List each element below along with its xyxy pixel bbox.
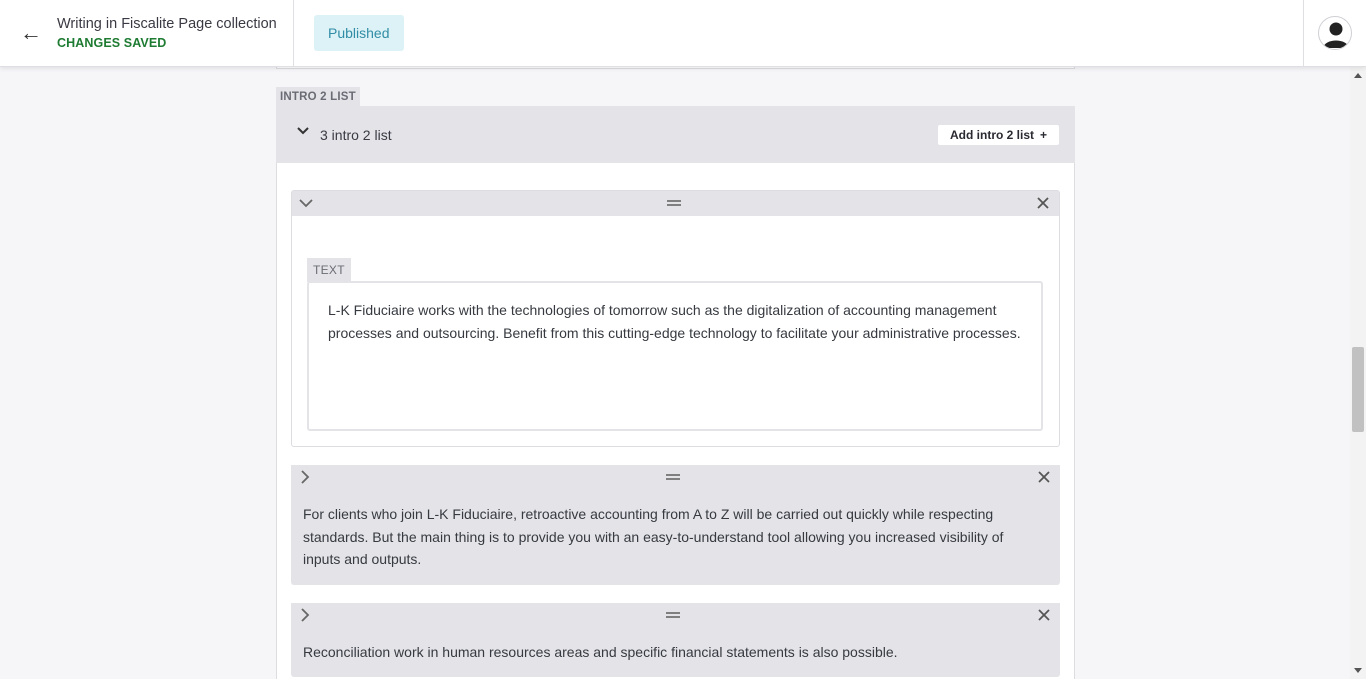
scrollbar-thumb[interactable] <box>1352 347 1364 432</box>
save-status: CHANGES SAVED <box>57 36 167 50</box>
item-preview-text: For clients who join L-K Fiduciaire, ret… <box>303 506 1004 567</box>
user-avatar-icon[interactable] <box>1318 16 1352 50</box>
top-bar: ← Writing in Fiscalite Page collection C… <box>0 0 1366 67</box>
add-intro-list-button[interactable]: Add intro 2 list + <box>938 125 1060 145</box>
drag-handle-icon[interactable] <box>665 469 681 485</box>
chevron-right-icon[interactable] <box>297 607 313 623</box>
list-item: TEXT L-K Fiduciaire works with the techn… <box>291 190 1060 447</box>
back-arrow-icon[interactable]: ← <box>18 20 44 46</box>
close-icon[interactable] <box>1035 195 1051 211</box>
chevron-right-icon[interactable] <box>297 469 313 485</box>
close-icon[interactable] <box>1036 607 1052 623</box>
vertical-scrollbar[interactable] <box>1350 67 1366 679</box>
item-toolbar <box>291 465 1060 490</box>
drag-handle-icon[interactable] <box>665 607 681 623</box>
section-label: INTRO 2 LIST <box>276 87 360 107</box>
scroll-down-arrow-icon[interactable] <box>1350 666 1366 676</box>
item-toolbar <box>292 191 1059 216</box>
drag-handle-icon[interactable] <box>666 195 682 211</box>
main-content: INTRO 2 LIST 3 intro 2 list Add intro 2 … <box>0 67 1350 679</box>
add-intro-list-label: Add intro 2 list <box>950 128 1034 142</box>
intro-list-header: 3 intro 2 list Add intro 2 list + <box>276 106 1075 163</box>
header-divider <box>293 0 294 67</box>
chevron-down-icon[interactable] <box>298 195 314 211</box>
page-title: Writing in Fiscalite Page collection <box>57 16 277 32</box>
close-icon[interactable] <box>1036 469 1052 485</box>
intro-list-body: TEXT L-K Fiduciaire works with the techn… <box>276 163 1075 679</box>
list-item[interactable]: Reconciliation work in human resources a… <box>291 603 1060 677</box>
scroll-up-arrow-icon[interactable] <box>1350 70 1366 80</box>
previous-block-edge <box>276 67 1075 69</box>
published-button[interactable]: Published <box>314 15 404 51</box>
title-block: Writing in Fiscalite Page collection CHA… <box>57 15 277 50</box>
chevron-down-icon[interactable] <box>296 124 310 138</box>
list-item[interactable]: For clients who join L-K Fiduciaire, ret… <box>291 465 1060 585</box>
item-toolbar <box>291 603 1060 628</box>
intro-list-count: 3 intro 2 list <box>320 127 392 143</box>
item-preview-text: Reconciliation work in human resources a… <box>303 644 898 660</box>
text-field[interactable]: L-K Fiduciaire works with the technologi… <box>307 281 1043 431</box>
text-field-label: TEXT <box>307 258 351 282</box>
plus-icon: + <box>1040 128 1048 142</box>
header-divider-right <box>1303 0 1304 67</box>
